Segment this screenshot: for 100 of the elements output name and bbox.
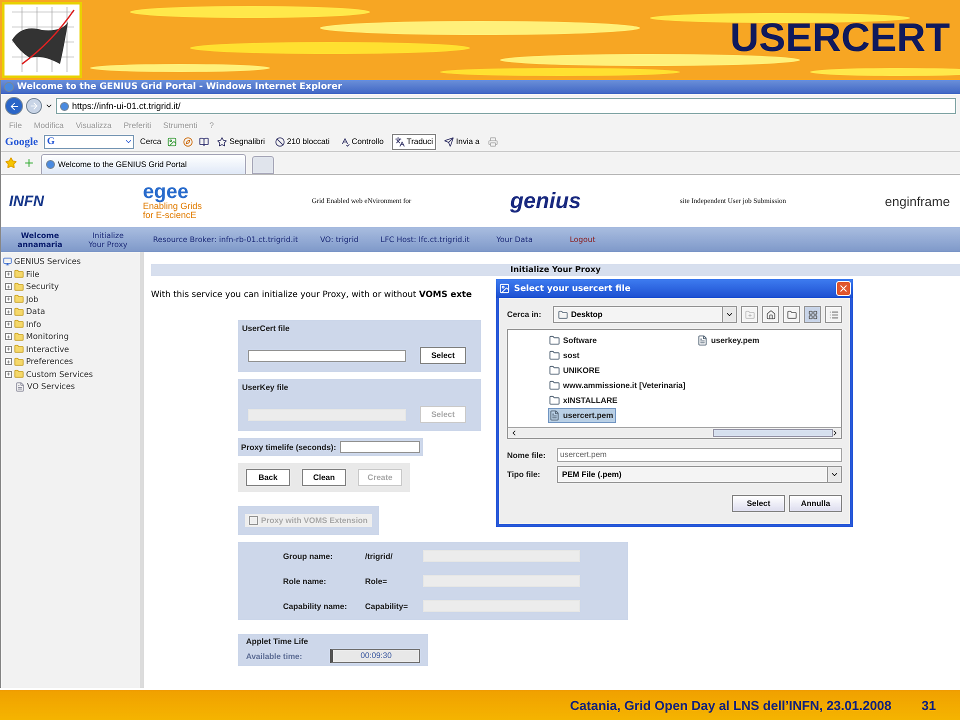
image-icon[interactable] xyxy=(167,136,178,146)
file-path-field[interactable] xyxy=(248,350,406,362)
popup-blocker-button[interactable]: 210 bloccati xyxy=(272,134,332,150)
folder-icon xyxy=(14,269,24,279)
tree-item[interactable]: Interactive xyxy=(3,344,138,354)
tree-root[interactable]: GENIUS Services xyxy=(3,256,138,267)
list-view-button[interactable] xyxy=(825,306,842,323)
section-title: Initialize Your Proxy xyxy=(151,264,960,276)
folder-icon xyxy=(14,282,24,292)
spellcheck-button[interactable]: Controllo xyxy=(338,134,386,150)
folder-icon xyxy=(549,335,560,346)
field-label: Capability name: xyxy=(283,602,348,610)
filename-field[interactable]: usercert.pem xyxy=(557,448,842,462)
folder-icon xyxy=(549,350,560,361)
folder-icon xyxy=(558,310,568,320)
timelife-field[interactable] xyxy=(340,441,420,453)
folder-entry[interactable]: Software xyxy=(548,333,600,348)
scroll-right-icon xyxy=(831,429,839,437)
google-search-field[interactable]: G xyxy=(44,134,134,148)
close-button[interactable] xyxy=(836,281,851,296)
folder-entry[interactable]: UNIKORE xyxy=(548,363,603,378)
spellcheck-icon xyxy=(340,136,350,146)
printer-icon[interactable] xyxy=(488,136,498,146)
field-label: Tipo file: xyxy=(507,470,542,479)
dialog-button[interactable]: Annulla xyxy=(789,495,842,512)
back-button[interactable] xyxy=(5,97,23,115)
close-icon xyxy=(838,283,849,294)
folder-icon xyxy=(786,310,796,320)
computer-icon xyxy=(3,257,12,266)
horizontal-scrollbar[interactable] xyxy=(508,427,841,438)
dialog-button[interactable]: Select xyxy=(732,495,785,512)
tree-item[interactable]: Security xyxy=(3,281,138,292)
app-icon xyxy=(499,283,510,294)
action-button[interactable]: Back xyxy=(246,469,290,486)
folder-icon xyxy=(549,365,560,376)
field-label: Group name: xyxy=(283,552,334,560)
expand-icon[interactable] xyxy=(5,358,12,365)
document-icon xyxy=(697,335,708,346)
field-prefix: /trigrid/ xyxy=(365,552,394,560)
tree-item[interactable]: Job xyxy=(3,294,138,304)
send-button[interactable]: Invia a xyxy=(442,134,482,150)
folder-icon xyxy=(14,344,24,354)
back-arrow-icon xyxy=(8,100,20,112)
home-button[interactable] xyxy=(762,306,779,323)
slide-footer: Catania, Grid Open Day al LNS dell’INFN, 23.01.2008 xyxy=(570,698,892,712)
tree-item[interactable]: Info xyxy=(3,318,138,330)
document-entry[interactable]: userkey.pem xyxy=(696,333,762,348)
field-label: Cerca in: xyxy=(507,310,542,319)
compass-icon[interactable] xyxy=(183,136,194,146)
panel-label: UserKey file xyxy=(242,383,290,392)
expand-icon[interactable] xyxy=(5,296,12,302)
folder-entry[interactable]: www.ammissione.it [Veterinaria] xyxy=(548,378,688,393)
expand-icon[interactable] xyxy=(5,320,12,328)
tree-item[interactable]: Monitoring xyxy=(3,331,138,342)
tree-item[interactable]: VO Services xyxy=(3,381,138,392)
document-entry[interactable]: usercert.pem xyxy=(548,408,616,423)
folder-icon xyxy=(744,310,754,320)
new-folder-button[interactable] xyxy=(783,306,800,323)
expand-icon[interactable] xyxy=(5,333,12,340)
expand-icon[interactable] xyxy=(5,270,12,278)
expand-icon[interactable] xyxy=(5,346,12,352)
grid-view-button[interactable] xyxy=(804,306,821,323)
history-dropdown-icon[interactable] xyxy=(45,102,53,110)
file-type-dropdown[interactable]: PEM File (.pem) xyxy=(557,466,842,483)
look-in-dropdown[interactable]: Desktop xyxy=(553,306,737,323)
tree-item[interactable]: File xyxy=(3,268,138,280)
home-icon xyxy=(766,310,776,320)
send-icon xyxy=(444,136,454,146)
folder-icon xyxy=(549,395,560,406)
book-icon[interactable] xyxy=(199,136,210,146)
window-title: Welcome to the GENIUS Grid Portal - Windows Internet Explorer xyxy=(17,82,342,92)
caret-icon xyxy=(124,137,133,146)
expand-icon[interactable] xyxy=(5,370,12,378)
browser-tab[interactable]: Welcome to the GENIUS Grid Portal xyxy=(41,154,246,174)
expand-icon[interactable] xyxy=(5,283,12,290)
tree-item[interactable]: Data xyxy=(3,306,138,317)
google-logo: Google xyxy=(5,136,38,148)
blocked-icon xyxy=(274,136,285,146)
folder-entry[interactable]: xINSTALLARE xyxy=(548,393,621,408)
action-button[interactable]: Clean xyxy=(302,469,346,486)
genius-logo: genius xyxy=(510,190,582,212)
document-icon xyxy=(549,410,560,421)
field-label: Available time: xyxy=(246,652,302,660)
expand-icon[interactable] xyxy=(5,308,12,315)
add-favorite-icon[interactable] xyxy=(23,157,35,169)
search-button[interactable]: Cerca xyxy=(140,137,162,146)
address-field[interactable]: https://infn-ui-01.ct.trigrid.it/ xyxy=(56,98,956,114)
bookmarks-button[interactable]: Segnalibri xyxy=(215,134,267,150)
tree-item[interactable]: Preferences xyxy=(3,356,138,367)
enginframe-logo: enginframe xyxy=(884,194,950,208)
time-field: 00:09:30 xyxy=(330,649,420,663)
tree-item[interactable]: Custom Services xyxy=(3,368,138,380)
folder-entry[interactable]: sost xyxy=(548,348,582,363)
folder-icon xyxy=(14,369,24,379)
panel-label: UserCert file xyxy=(242,324,291,333)
dialog-title: Select your usercert file xyxy=(514,284,632,294)
translate-button[interactable]: Traduci xyxy=(392,134,436,150)
folder-icon xyxy=(14,332,24,342)
favorites-icon[interactable] xyxy=(5,157,17,169)
select-button[interactable]: Select xyxy=(420,347,466,364)
